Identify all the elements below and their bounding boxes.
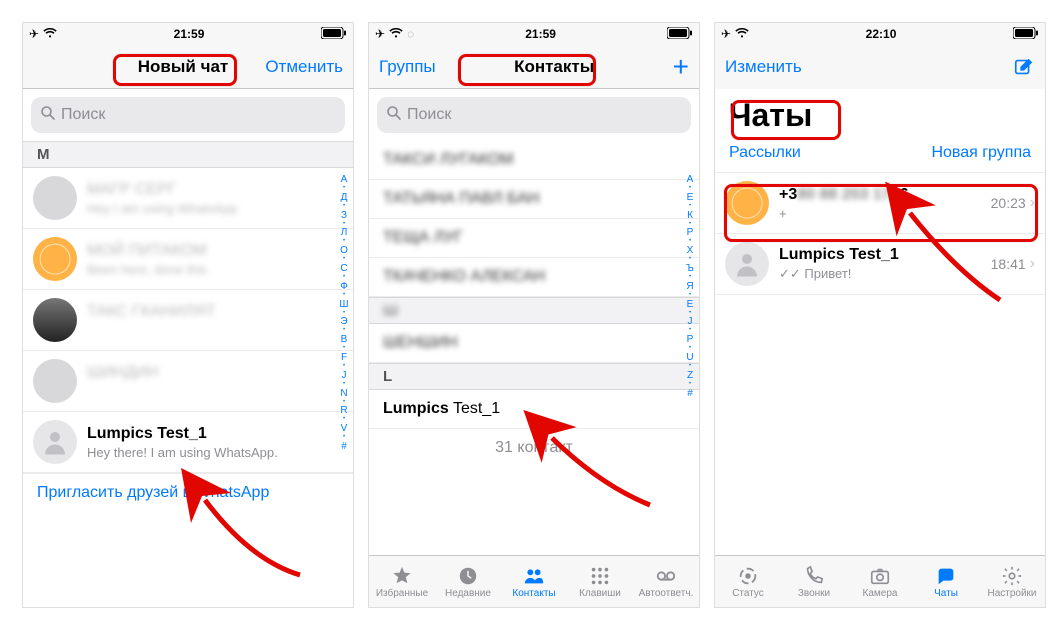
nav-title-contacts: Контакты [514, 57, 594, 77]
battery-icon [667, 27, 693, 42]
chevron-right-icon: › [1030, 255, 1035, 273]
status-time: 21:59 [174, 27, 205, 41]
contact-row-lumpics[interactable]: Lumpics Test_1 Hey there! I am using What… [23, 412, 353, 473]
contact-row-lumpics[interactable]: Lumpics Test_1 [369, 390, 699, 429]
navbar: Группы Контакты + [369, 45, 699, 89]
tab-recent[interactable]: Недавние [435, 556, 501, 607]
contact-row[interactable]: ТАТЬЯНА ПАВЛ БАН [369, 180, 699, 219]
airplane-icon: ✈ [721, 27, 731, 41]
chat-row[interactable]: +380 88 203 1716 + 20:23 › [715, 173, 1045, 234]
contact-name: Lumpics Test_1 [87, 425, 343, 443]
avatar [725, 181, 769, 225]
section-header-m: M [23, 141, 353, 168]
phone-new-chat: ✈ 21:59 Новый чат Отменить Поиск M МАГР … [22, 22, 354, 608]
compose-button[interactable] [1013, 56, 1035, 78]
search-icon [41, 106, 55, 125]
chevron-right-icon: › [1030, 194, 1035, 212]
search-placeholder: Поиск [61, 106, 105, 124]
tab-chats[interactable]: Чаты [913, 556, 979, 607]
contact-row[interactable]: ТКАЧЕНКО АЛЕКСАН [369, 258, 699, 297]
chat-preview: ✓✓ Привет! [779, 266, 985, 282]
groups-button[interactable]: Группы [379, 57, 436, 77]
add-contact-button[interactable]: + [673, 53, 689, 81]
read-receipt-icon: ✓✓ [779, 266, 801, 281]
chat-preview: + [779, 206, 985, 221]
airplane-icon: ✈ [375, 27, 385, 41]
battery-icon [321, 27, 347, 42]
alphabet-index[interactable]: А•Е•К•Р•Х•Ъ•Я•E•J•P•U•Z•# [683, 173, 697, 400]
whatsapp-tabbar: Статус Звонки Камера Чаты Настройки [715, 555, 1045, 607]
cancel-button[interactable]: Отменить [263, 57, 343, 77]
contact-count: 31 контакт [369, 429, 699, 475]
new-group-link[interactable]: Новая группа [931, 144, 1031, 162]
contact-row[interactable]: ТАКСИ ЛУГАКОМ [369, 141, 699, 180]
tab-camera[interactable]: Камера [847, 556, 913, 607]
tab-favorites[interactable]: Избранные [369, 556, 435, 607]
avatar [33, 176, 77, 220]
edit-button[interactable]: Изменить [725, 57, 802, 77]
phone-contacts: ✈ ◌ 21:59 Группы Контакты + Поиск ТАКСИ … [368, 22, 700, 608]
contact-status: Hey there! I am using WhatsApp. [87, 445, 343, 460]
nav-title-new-chat: Новый чат [138, 57, 228, 77]
status-bar: ✈ ◌ 21:59 [369, 23, 699, 45]
contact-last-name: Test_1 [453, 400, 500, 417]
contact-row[interactable]: МАГР СЕРГHey I am using WhatsApp [23, 168, 353, 229]
search-input[interactable]: Поиск [31, 97, 345, 133]
avatar [33, 298, 77, 342]
section-header-l: L [369, 363, 699, 390]
broadcasts-link[interactable]: Рассылки [729, 144, 801, 162]
contact-row[interactable]: ШЕНШИН [369, 324, 699, 363]
status-time: 22:10 [866, 27, 897, 41]
contact-row[interactable]: ТАКС ГКАНИЛЯТ [23, 290, 353, 351]
wifi-icon [43, 27, 57, 41]
contact-row[interactable]: МОЙ ПИТАКОМBeen here, done this [23, 229, 353, 290]
phone-chats: ✈ 22:10 Изменить Чаты Рассылки Новая гру… [714, 22, 1046, 608]
airplane-icon: ✈ [29, 27, 39, 41]
wifi-icon [735, 27, 749, 41]
alphabet-index[interactable]: А•Д•З•Л•О•С•Ф•Ш•Э•B•F•J•N•R•V•# [337, 173, 351, 453]
tab-status[interactable]: Статус [715, 556, 781, 607]
tab-voicemail[interactable]: Автоответч. [633, 556, 699, 607]
search-placeholder: Поиск [407, 106, 451, 124]
navbar: Новый чат Отменить [23, 45, 353, 89]
invite-friends-link[interactable]: Пригласить друзей в WhatsApp [23, 473, 353, 512]
page-title-chats: Чаты [715, 89, 1045, 138]
chat-time: 20:23 [991, 195, 1026, 211]
contact-first-name: Lumpics [383, 400, 449, 417]
navbar: Изменить [715, 45, 1045, 89]
chat-name: +380 88 203 1716 [779, 186, 985, 204]
chat-name: Lumpics Test_1 [779, 246, 985, 264]
loading-icon: ◌ [407, 27, 414, 41]
sub-toolbar: Рассылки Новая группа [715, 138, 1045, 173]
contact-row[interactable]: ТЕЩА ЛУГ [369, 219, 699, 258]
status-time: 21:59 [525, 27, 556, 41]
search-input[interactable]: Поиск [377, 97, 691, 133]
tab-keypad[interactable]: Клавиши [567, 556, 633, 607]
avatar [33, 237, 77, 281]
contact-row[interactable]: ШИНДИН [23, 351, 353, 412]
tab-calls[interactable]: Звонки [781, 556, 847, 607]
tab-settings[interactable]: Настройки [979, 556, 1045, 607]
section-header: Ш [369, 297, 699, 324]
avatar [33, 420, 77, 464]
chat-time: 18:41 [991, 256, 1026, 272]
avatar [725, 242, 769, 286]
battery-icon [1013, 27, 1039, 42]
chat-row[interactable]: Lumpics Test_1 ✓✓ Привет! 18:41 › [715, 234, 1045, 295]
wifi-icon [389, 27, 403, 41]
status-bar: ✈ 21:59 [23, 23, 353, 45]
phone-tabbar: Избранные Недавние Контакты Клавиши Авто… [369, 555, 699, 607]
search-icon [387, 106, 401, 125]
tab-contacts[interactable]: Контакты [501, 556, 567, 607]
avatar [33, 359, 77, 403]
status-bar: ✈ 22:10 [715, 23, 1045, 45]
